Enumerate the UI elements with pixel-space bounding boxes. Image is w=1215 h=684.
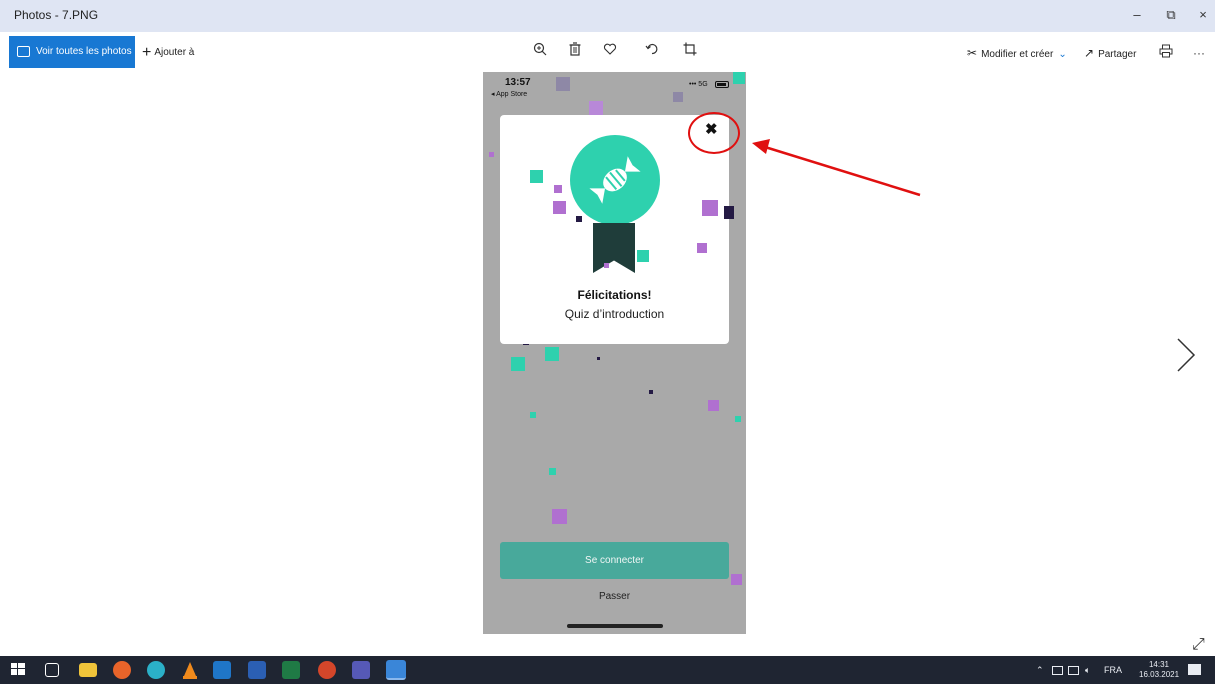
app-store-back-link: ◂ App Store [491,91,528,98]
confetti-piece [697,243,707,253]
confetti-piece [649,390,653,394]
photos-app-icon[interactable] [386,660,406,680]
confetti-piece [489,152,494,157]
start-icon[interactable] [10,661,28,679]
clock-date: 16.03.2021 [1139,670,1180,679]
outlook-icon[interactable] [213,661,231,679]
confetti-piece [673,92,683,102]
confetti-piece [724,206,734,219]
restore-button[interactable]: ⧉ [1160,5,1182,25]
photo-image: 13:57 ◂ App Store ••• 5G ✖ Félicitations… [483,72,746,634]
delete-icon[interactable] [566,42,584,60]
plus-icon: + [142,44,152,61]
confetti-piece [637,250,649,262]
confetti-piece [554,185,562,193]
powerpoint-icon[interactable] [318,661,336,679]
view-all-photos-button[interactable]: Voir toutes les photos [9,36,135,68]
share-label: Partager [1098,49,1137,60]
confetti-piece [604,263,609,268]
annotation-circle [688,112,740,154]
firefox-icon[interactable] [113,661,131,679]
taskbar: ⌃ 🔈︎ FRA 14:31 16.03.2021 [0,656,1215,684]
congrats-popup: ✖ Félicitations! Quiz d’introduction [500,115,734,344]
rotate-icon[interactable] [643,42,661,60]
confetti-piece [511,357,525,371]
confetti-piece [735,416,741,422]
popup-subtitle: Quiz d’introduction [564,307,665,321]
battery-icon [715,81,729,88]
confetti-piece [589,101,603,115]
add-to-label: Ajouter à [154,47,195,58]
next-photo-icon[interactable] [1170,335,1200,375]
confetti-piece [731,574,742,585]
confetti-piece [576,216,582,222]
zoom-icon[interactable] [531,42,549,60]
edit-create-button[interactable]: ✂ Modifier et créer ⌄ [967,46,1067,60]
medal-ribbon [593,223,635,273]
confetti-piece [708,400,719,411]
candy-icon [589,156,641,204]
crop-icon[interactable] [681,42,699,60]
vlc-icon[interactable] [181,661,199,679]
clock[interactable]: 14:31 16.03.2021 [1139,660,1179,680]
language-indicator[interactable]: FRA [1104,665,1122,675]
screen-icon[interactable] [1052,666,1063,675]
network-indicator: ••• 5G [689,81,708,88]
gallery-icon [17,46,30,57]
edge-icon[interactable] [147,661,165,679]
teams-icon[interactable] [352,661,370,679]
add-to-button[interactable]: + Ajouter à [142,44,194,62]
phone-time: 13:57 [505,77,531,88]
notifications-icon[interactable] [1188,664,1201,675]
clock-time: 14:31 [1148,660,1170,669]
volume-icon[interactable]: 🔈︎ [1085,665,1090,676]
confetti-piece [733,72,745,84]
confetti-piece [702,200,718,216]
skip-link[interactable]: Passer [483,591,746,602]
network-icon[interactable] [1068,666,1079,675]
confetti-piece [530,170,543,183]
view-all-photos-label: Voir toutes les photos [36,46,132,57]
expand-icon[interactable]: ⤢ [1192,636,1205,654]
home-indicator [567,624,663,628]
window-title-bar: Photos - 7.PNG – ⧉ × [0,0,1215,32]
file-explorer-icon[interactable] [79,663,97,677]
confetti-piece [530,412,536,418]
word-icon[interactable] [248,661,266,679]
excel-icon[interactable] [282,661,300,679]
confetti-piece [549,468,556,475]
popup-title: Félicitations! [577,288,652,302]
confetti-piece [545,347,559,361]
close-window-button[interactable]: × [1192,5,1214,25]
confetti-piece [553,201,566,214]
toolbar: Voir toutes les photos + Ajouter à ✂ Modif… [0,32,1215,72]
chevron-down-icon: ⌄ [1058,49,1067,60]
window-title: Photos - 7.PNG [14,8,99,22]
minimize-button[interactable]: – [1126,5,1148,25]
network-label: 5G [698,81,708,88]
print-icon[interactable] [1157,44,1175,62]
login-button[interactable]: Se connecter [500,542,729,579]
task-view-icon[interactable] [45,663,59,677]
show-hidden-icons[interactable]: ⌃ [1036,665,1044,676]
more-options-button[interactable]: ··· [1190,44,1208,62]
edit-create-label: Modifier et créer [981,49,1054,60]
confetti-piece [552,509,567,524]
share-button[interactable]: ↗ Partager [1084,46,1136,60]
edit-icon: ✂ [967,46,978,60]
favorite-icon[interactable] [601,42,619,60]
share-icon: ↗ [1084,46,1095,60]
confetti-piece [556,77,570,91]
confetti-piece [597,357,600,360]
medal-badge [570,135,660,225]
